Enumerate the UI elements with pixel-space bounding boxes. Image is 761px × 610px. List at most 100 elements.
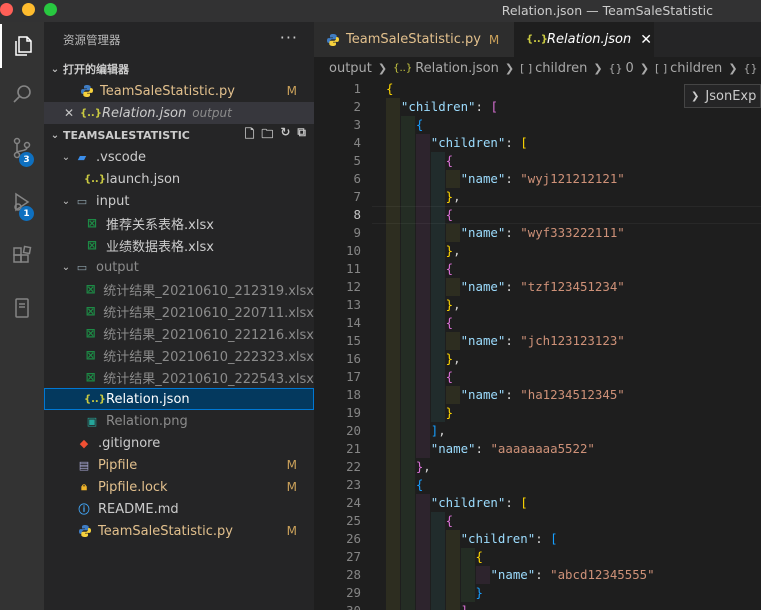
indent-guide [430, 152, 445, 170]
code-line: 25 { [314, 512, 761, 530]
tree-file-teamsale[interactable]: TeamSaleStatistic.py M [44, 520, 314, 542]
explorer-activity[interactable] [0, 24, 44, 68]
code-text: { [386, 81, 394, 96]
excel-icon: ⊠ [86, 238, 98, 252]
indent-guide [386, 476, 400, 494]
tree-folder-output[interactable]: ⌄ ▭ output [44, 256, 314, 278]
tree-item-label: 统计结果_20210610_220711.xlsx [103, 305, 314, 321]
close-window-button[interactable] [0, 3, 13, 16]
tree-file-xlsx[interactable]: ⊠ 统计结果_20210610_222323.xlsx [44, 344, 314, 366]
breadcrumb-folder[interactable]: output [329, 61, 372, 76]
indent-guide [430, 512, 445, 530]
tree-item-label: 推荐关系表格.xlsx [106, 217, 214, 233]
tree-item-label: 业绩数据表格.xlsx [106, 239, 214, 255]
tree-folder-vscode[interactable]: ⌄ ▰ .vscode [44, 146, 314, 168]
indent-guide [430, 530, 445, 548]
tab-teamsalestatistic[interactable]: TeamSaleStatistic.py M [314, 22, 514, 57]
tree-file-xlsx[interactable]: ⊠ 统计结果_20210610_220711.xlsx [44, 300, 314, 322]
indent-guide [415, 152, 430, 170]
tree-file-pipfile[interactable]: ▤ Pipfile M [44, 454, 314, 476]
code-text: }, [445, 351, 461, 366]
tree-file-relation-json[interactable]: {..} Relation.json [44, 388, 314, 410]
code-line: 9 "name": "wyf333222111" [314, 224, 761, 242]
explorer-header: 资源管理器 ··· [44, 22, 314, 58]
extensions-activity[interactable] [0, 234, 44, 278]
indent-guide [415, 134, 430, 152]
open-editors-section[interactable]: ⌄ 打开的编辑器 [44, 58, 314, 80]
remote-explorer-activity[interactable] [0, 286, 44, 330]
run-debug-activity[interactable]: 1 [0, 180, 44, 224]
tree-file-launch[interactable]: {..} launch.json [44, 168, 314, 190]
indent-guide [430, 350, 445, 368]
breadcrumb-path[interactable]: children [535, 61, 587, 76]
indent-guide [445, 530, 460, 548]
project-section[interactable]: ⌄ TEAMSALESTATISTIC 🗋 🗀 ↻ ⧉ [44, 124, 314, 146]
zoom-window-button[interactable] [44, 3, 57, 16]
close-icon[interactable]: ✕ [640, 32, 652, 48]
new-file-icon[interactable]: 🗋 [245, 125, 255, 146]
minimize-window-button[interactable] [22, 3, 35, 16]
open-editor-item[interactable]: ✕ {..} Relation.json output [44, 102, 314, 124]
breadcrumb-path[interactable]: 0 [626, 61, 634, 76]
line-number: 14 [346, 315, 361, 330]
tree-file-xlsx[interactable]: ⊠ 统计结果_20210610_212319.xlsx [44, 278, 314, 300]
indent-guide [415, 260, 430, 278]
device-icon [15, 298, 29, 318]
tree-folder-input[interactable]: ⌄ ▭ input [44, 190, 314, 212]
indent-guide [415, 566, 430, 584]
widget-label: JsonExp [705, 88, 757, 104]
code-text: "name": "jch123123123" [460, 333, 625, 348]
open-editor-name: TeamSaleStatistic.py [100, 83, 235, 99]
indent-guide [415, 332, 430, 350]
vscode-folder-icon: ▰ [77, 150, 87, 164]
indent-guide [430, 314, 445, 332]
indent-guide [415, 530, 430, 548]
code-text: "children": [ [400, 99, 498, 114]
json-explorer-widget[interactable]: ❯ JsonExp [684, 84, 761, 108]
tab-relation-json[interactable]: {..} Relation.json ✕ [514, 22, 654, 57]
code-line: 13}, [314, 296, 761, 314]
code-text: { [415, 117, 424, 132]
tree-file-xlsx[interactable]: ⊠ 统计结果_20210610_221216.xlsx [44, 322, 314, 344]
indent-guide [400, 440, 415, 458]
code-line: 27 { [314, 548, 761, 566]
object-icon: {} [608, 61, 623, 75]
tree-file-readme[interactable]: ⓘ README.md [44, 498, 314, 520]
indent-guide [415, 440, 430, 458]
indent-guide [400, 512, 415, 530]
code-text: { [445, 513, 454, 528]
refresh-icon[interactable]: ↻ [280, 125, 290, 146]
indent-guide [386, 494, 400, 512]
open-editor-item[interactable]: TeamSaleStatistic.py M [44, 80, 314, 102]
indent-guide [386, 422, 400, 440]
line-number: 18 [346, 387, 361, 402]
open-editor-folder: output [192, 106, 232, 120]
collapse-all-icon[interactable]: ⧉ [297, 125, 306, 146]
close-icon[interactable]: ✕ [44, 106, 80, 120]
indent-guide [386, 188, 400, 206]
code-line: 28 "name": "abcd12345555" [314, 566, 761, 584]
indent-guide [430, 386, 445, 404]
open-editor-name: Relation.json [102, 105, 187, 121]
code-editor[interactable]: 1{2 "children": [3{4 "children": [5{6 "name… [314, 79, 761, 610]
line-number: 21 [346, 441, 361, 456]
breadcrumb-path[interactable]: children [670, 61, 722, 76]
tree-file-xlsx[interactable]: ⊠ 统计结果_20210610_222543.xlsx [44, 366, 314, 388]
source-control-activity[interactable]: 3 [0, 126, 44, 170]
modified-badge: M [286, 524, 297, 538]
tree-item-label: .gitignore [98, 435, 161, 451]
tree-file-pipfile-lock[interactable]: 🔒︎ Pipfile.lock M [44, 476, 314, 498]
tree-file-xlsx[interactable]: ⊠ 推荐关系表格.xlsx [44, 212, 314, 234]
indent-guide [386, 242, 400, 260]
tree-file-xlsx[interactable]: ⊠ 业绩数据表格.xlsx [44, 234, 314, 256]
line-number: 26 [346, 531, 361, 546]
breadcrumb-file[interactable]: Relation.json [415, 61, 499, 76]
tree-file-gitignore[interactable]: ◆ .gitignore [44, 432, 314, 454]
more-actions-button[interactable]: ··· [280, 28, 298, 47]
line-number: 12 [346, 279, 361, 294]
search-activity[interactable] [0, 72, 44, 116]
new-folder-icon[interactable]: 🗀 [261, 125, 273, 146]
tree-file-relation-png[interactable]: ▣ Relation.png [44, 410, 314, 432]
line-number: 16 [346, 351, 361, 366]
code-line: 19} [314, 404, 761, 422]
